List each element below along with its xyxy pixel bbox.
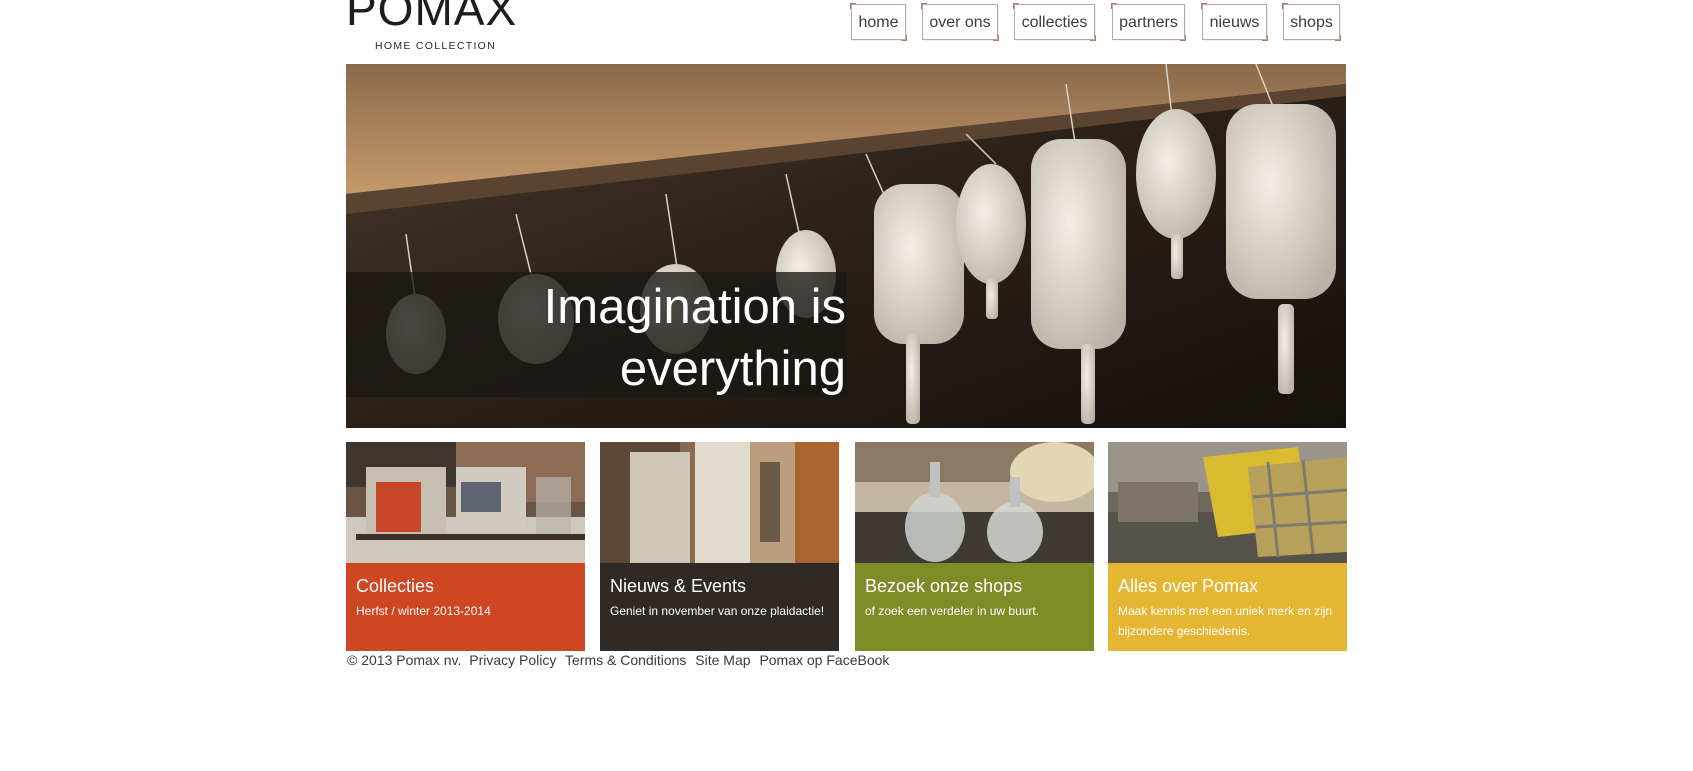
tile-collecties-subtitle: Herfst / winter 2013-2014 [356,604,491,618]
hero-headline-line-2: everything [619,342,846,396]
footer-link-terms-conditions[interactable]: Terms & Conditions [565,652,686,668]
tile-collecties-title: Collecties [356,576,435,596]
footer-copyright: © 2013 Pomax nv. [347,652,462,668]
nav-partners[interactable]: partners [1111,3,1186,41]
footer-link-site-map[interactable]: Site Map [695,652,750,668]
nav-shops[interactable]: shops [1282,3,1341,41]
tile-collecties[interactable]: Collecties Herfst / winter 2013-2014 [346,442,585,651]
tile-pomax-subtitle: Maak kennis met een uniek merk en zijn b… [1118,604,1333,638]
tile-nieuws-body: Nieuws & Events Geniet in november van o… [600,563,839,651]
hero-headline: Imagination is everything [366,276,847,400]
tile-shops-subtitle: of zoek een verdeler in uw buurt. [865,604,1040,618]
pomax-logo[interactable]: POMAX HOME COLLECTION [346,0,531,54]
tile-nieuws-events[interactable]: Nieuws & Events Geniet in november van o… [600,442,839,651]
tile-alles-over-pomax[interactable]: Alles over Pomax Maak kennis met een uni… [1108,442,1347,651]
footer-link-facebook[interactable]: Pomax op FaceBook [759,652,889,668]
tile-shops-image [855,442,1094,563]
logo-wordmark: POMAX [346,0,518,35]
tile-bezoek-shops[interactable]: Bezoek onze shops of zoek een verdeler i… [855,442,1094,651]
footer: © 2013 Pomax nv. Privacy Policy Terms & … [347,652,894,668]
hero-caption-box: Imagination is everything [346,272,847,397]
tile-pomax-body: Alles over Pomax Maak kennis met een uni… [1108,563,1347,651]
nav-collecties[interactable]: collecties [1013,3,1096,41]
tile-nieuws-subtitle: Geniet in november van onze plaidactie! [610,604,825,618]
tile-shops-title: Bezoek onze shops [865,576,1023,596]
hero-banner[interactable]: Imagination is everything [346,64,1346,428]
tile-pomax-title: Alles over Pomax [1118,576,1259,596]
tile-pomax-image [1108,442,1347,563]
tile-shops-body: Bezoek onze shops of zoek een verdeler i… [855,563,1094,651]
nav-nieuws[interactable]: nieuws [1201,3,1268,41]
tile-nieuws-image [600,442,839,563]
nav-over-ons[interactable]: over ons [921,3,999,41]
tile-collecties-body: Collecties Herfst / winter 2013-2014 [346,563,585,651]
tile-nieuws-title: Nieuws & Events [610,576,747,596]
hero-headline-line-1: Imagination is [543,280,846,334]
tile-collecties-image [346,442,585,563]
footer-link-privacy-policy[interactable]: Privacy Policy [469,652,556,668]
logo-tagline: HOME COLLECTION [375,40,497,52]
nav-home[interactable]: home [850,3,907,41]
